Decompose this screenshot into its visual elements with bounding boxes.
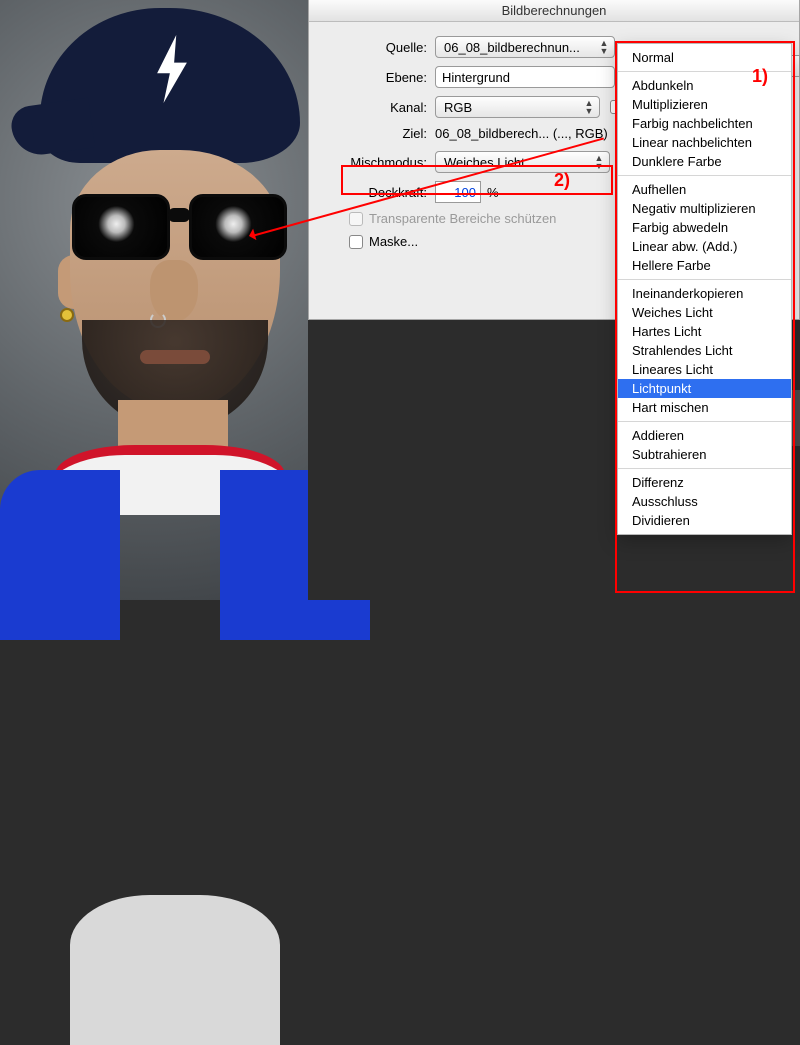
- blend-mode-option[interactable]: Farbig nachbelichten: [618, 114, 791, 133]
- source-value: 06_08_bildberechnun...: [444, 40, 580, 55]
- blend-mode-option[interactable]: Addieren: [618, 426, 791, 445]
- protect-transparent-label: Transparente Bereiche schützen: [369, 211, 556, 226]
- blend-mode-menu[interactable]: NormalAbdunkelnMultiplizierenFarbig nach…: [617, 43, 792, 535]
- menu-separator: [618, 468, 791, 469]
- mouth: [140, 350, 210, 364]
- annotation-one: 1): [752, 66, 768, 87]
- blend-mode-option[interactable]: Normal: [618, 48, 791, 67]
- background-photo: [0, 0, 308, 600]
- layer-select[interactable]: Hintergrund: [435, 66, 615, 88]
- blend-mode-option[interactable]: Linear nachbelichten: [618, 133, 791, 152]
- blend-mode-option[interactable]: Multiplizieren: [618, 95, 791, 114]
- mask-label: Maske...: [369, 234, 418, 249]
- blend-mode-option[interactable]: Ineinanderkopieren: [618, 284, 791, 303]
- target-value: 06_08_bildberech... (..., RGB): [435, 126, 608, 141]
- blend-mode-option[interactable]: Ausschluss: [618, 492, 791, 511]
- blend-mode-option[interactable]: Dividieren: [618, 511, 791, 530]
- blend-mode-option[interactable]: Lichtpunkt: [618, 379, 791, 398]
- blend-mode-option[interactable]: Weiches Licht: [618, 303, 791, 322]
- sunglasses: [72, 190, 287, 268]
- layer-label: Ebene:: [325, 70, 435, 85]
- source-select[interactable]: 06_08_bildberechnun... ▲▼: [435, 36, 615, 58]
- blend-mode-option[interactable]: Linear abw. (Add.): [618, 237, 791, 256]
- menu-separator: [618, 175, 791, 176]
- mask-checkbox[interactable]: [349, 235, 363, 249]
- blend-mode-option[interactable]: Lineares Licht: [618, 360, 791, 379]
- blend-mode-option[interactable]: Hart mischen: [618, 398, 791, 417]
- blend-mode-option[interactable]: Subtrahieren: [618, 445, 791, 464]
- menu-separator: [618, 421, 791, 422]
- blend-mode-option[interactable]: Dunklere Farbe: [618, 152, 791, 171]
- channel-value: RGB: [444, 100, 472, 115]
- opacity-unit: %: [487, 185, 499, 200]
- earring: [60, 308, 74, 322]
- protect-transparent-checkbox: [349, 212, 363, 226]
- blend-label: Mischmodus:: [325, 155, 435, 170]
- blend-mode-option[interactable]: Strahlendes Licht: [618, 341, 791, 360]
- source-label: Quelle:: [325, 40, 435, 55]
- blend-mode-option[interactable]: Aufhellen: [618, 180, 791, 199]
- bolt-icon: [150, 35, 194, 103]
- target-label: Ziel:: [325, 126, 435, 141]
- opacity-value: 100: [454, 185, 476, 200]
- blend-mode-option[interactable]: Farbig abwedeln: [618, 218, 791, 237]
- menu-separator: [618, 279, 791, 280]
- chevron-updown-icon: ▲▼: [583, 99, 595, 115]
- blend-mode-option[interactable]: Hartes Licht: [618, 322, 791, 341]
- chevron-updown-icon: ▲▼: [598, 39, 610, 55]
- chevron-updown-icon: ▲▼: [593, 154, 605, 170]
- dialog-title: Bildberechnungen: [309, 0, 799, 22]
- jacket: [0, 440, 340, 640]
- opacity-label: Deckkraft:: [325, 185, 435, 200]
- blend-mode-option[interactable]: Negativ multiplizieren: [618, 199, 791, 218]
- channel-select[interactable]: RGB ▲▼: [435, 96, 600, 118]
- annotation-two: 2): [554, 170, 570, 191]
- layer-value: Hintergrund: [442, 70, 510, 85]
- channel-label: Kanal:: [325, 100, 435, 115]
- blend-mode-option[interactable]: Differenz: [618, 473, 791, 492]
- blend-mode-option[interactable]: Hellere Farbe: [618, 256, 791, 275]
